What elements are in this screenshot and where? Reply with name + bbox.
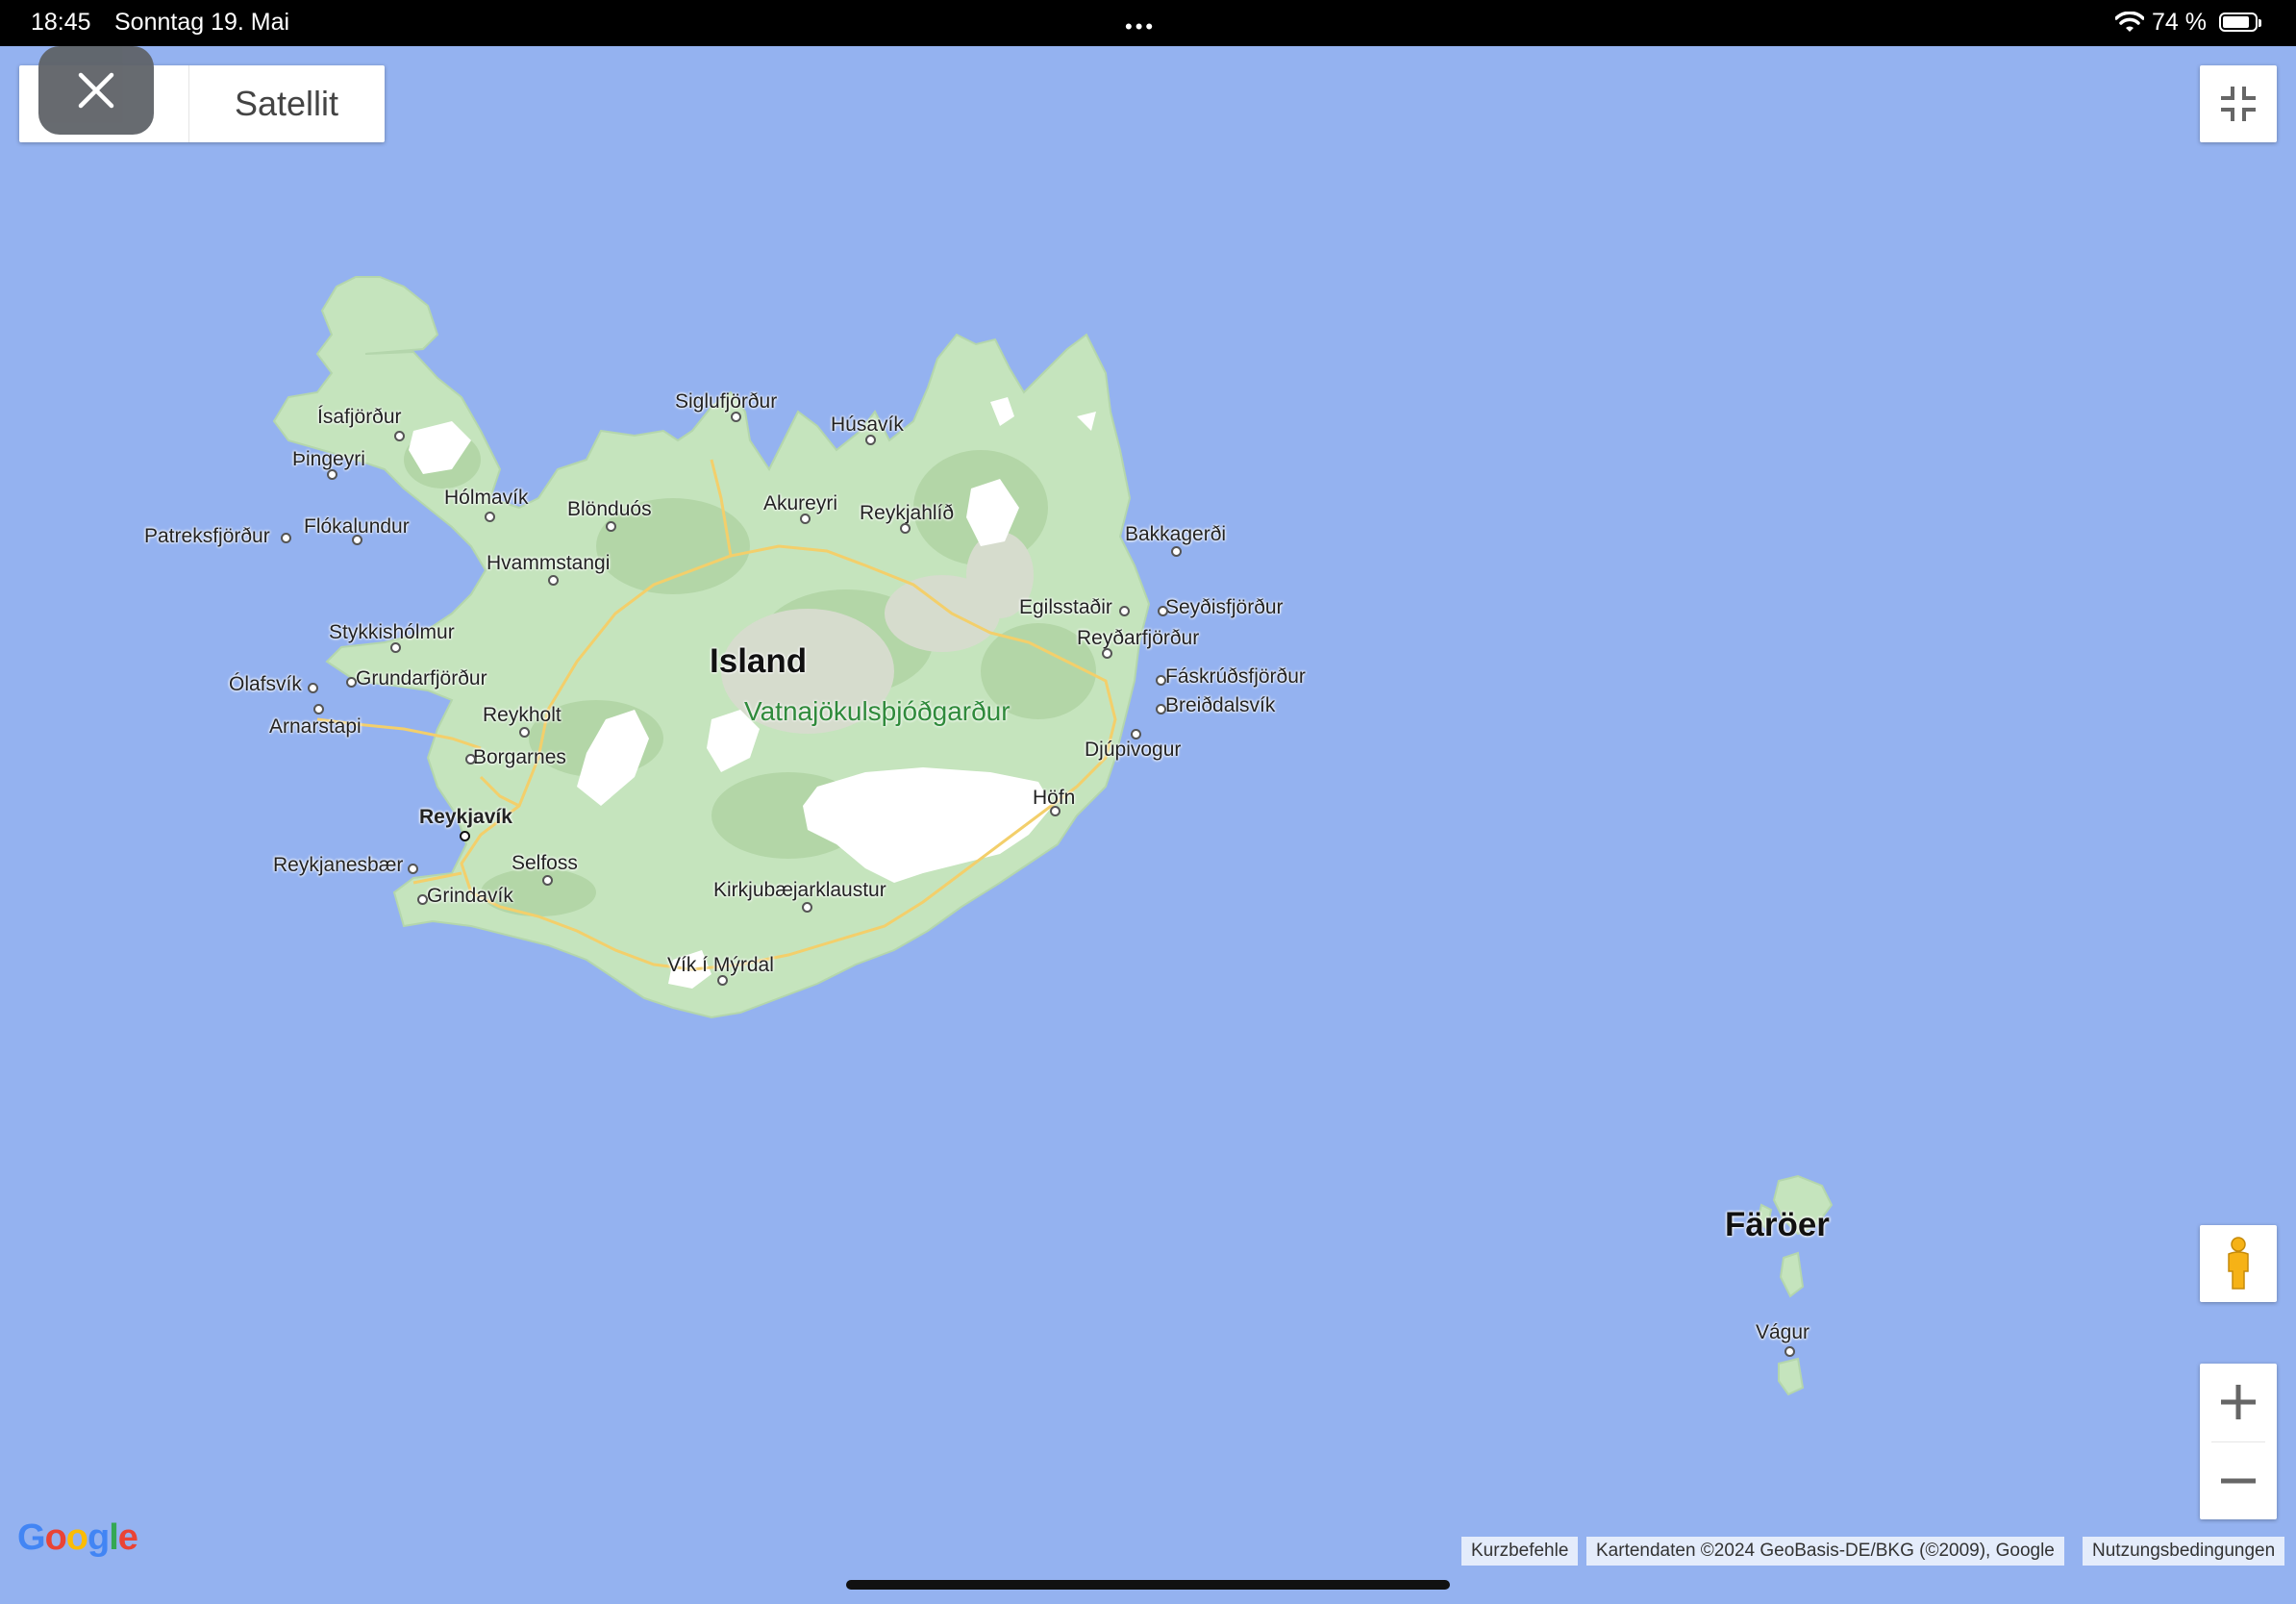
- city-marker[interactable]: [390, 642, 401, 653]
- city-marker[interactable]: [800, 514, 811, 524]
- battery-percent: 74 %: [2152, 9, 2207, 36]
- zoom-control: [2200, 1364, 2277, 1519]
- label-country-faroe: Färöer: [1725, 1206, 1830, 1243]
- city-marker[interactable]: [731, 412, 741, 422]
- city-marker[interactable]: [1102, 648, 1112, 659]
- city-marker[interactable]: [519, 727, 530, 738]
- city-marker[interactable]: [542, 875, 553, 886]
- status-time: 18:45: [31, 9, 91, 36]
- map-canvas[interactable]: Island Vatnajökulsþjóðgarður Färöer Ísaf…: [0, 46, 2296, 1604]
- exit-fullscreen-button[interactable]: [2200, 65, 2277, 142]
- google-logo: Google: [17, 1517, 138, 1558]
- city-marker[interactable]: [717, 975, 728, 986]
- keyboard-shortcuts-link[interactable]: Kurzbefehle: [1461, 1537, 1579, 1566]
- label-city[interactable]: Grindavík: [427, 885, 513, 908]
- city-marker[interactable]: [327, 469, 337, 480]
- label-country-island: Island: [710, 642, 808, 680]
- city-marker[interactable]: [1131, 729, 1141, 739]
- label-city[interactable]: Selfoss: [512, 852, 578, 875]
- label-city[interactable]: Reykjahlíð: [860, 502, 954, 525]
- label-city[interactable]: Húsavík: [831, 414, 904, 437]
- city-marker[interactable]: [802, 902, 812, 913]
- close-button[interactable]: [38, 46, 154, 135]
- city-marker[interactable]: [408, 864, 418, 874]
- city-marker[interactable]: [900, 523, 911, 534]
- city-marker[interactable]: [313, 704, 324, 714]
- city-marker-capital[interactable]: [460, 831, 470, 841]
- label-city[interactable]: Arnarstapi: [269, 715, 362, 739]
- city-marker[interactable]: [281, 533, 291, 543]
- status-bar: 18:45 Sonntag 19. Mai ••• 74 %: [0, 0, 2296, 46]
- label-city[interactable]: Reyðarfjörður: [1077, 627, 1199, 650]
- label-city[interactable]: Seyðisfjörður: [1165, 596, 1284, 619]
- plus-icon: [2221, 1385, 2256, 1419]
- home-indicator[interactable]: [846, 1580, 1450, 1590]
- satellite-button[interactable]: Satellit: [188, 65, 385, 142]
- exit-fullscreen-icon: [2221, 87, 2256, 121]
- city-marker[interactable]: [417, 894, 428, 905]
- label-city[interactable]: Bakkagerði: [1125, 523, 1226, 546]
- label-city[interactable]: Fáskrúðsfjörður: [1165, 665, 1306, 689]
- label-city[interactable]: Reykjanesbær: [273, 854, 403, 877]
- status-date: Sonntag 19. Mai: [114, 9, 290, 36]
- city-marker[interactable]: [346, 677, 357, 688]
- label-city[interactable]: Borgarnes: [473, 746, 566, 769]
- city-marker[interactable]: [352, 535, 362, 545]
- city-marker[interactable]: [1158, 606, 1168, 616]
- city-marker[interactable]: [1156, 675, 1166, 686]
- label-city[interactable]: Reykholt: [483, 704, 562, 727]
- battery-icon: [2219, 13, 2261, 32]
- label-park-vatnajokull[interactable]: Vatnajökulsþjóðgarður: [744, 696, 1011, 727]
- minus-icon: [2221, 1478, 2256, 1484]
- zoom-in-button[interactable]: [2200, 1364, 2277, 1441]
- label-city[interactable]: Vík í Mýrdal: [667, 954, 774, 977]
- city-marker[interactable]: [1156, 704, 1166, 714]
- label-city[interactable]: Breiðdalsvík: [1165, 694, 1275, 717]
- city-marker[interactable]: [548, 575, 559, 586]
- city-marker[interactable]: [394, 431, 405, 441]
- label-city[interactable]: Blönduós: [567, 498, 652, 521]
- city-marker[interactable]: [485, 512, 495, 522]
- city-marker[interactable]: [865, 435, 876, 445]
- pegman-icon: [2228, 1237, 2249, 1290]
- city-marker[interactable]: [1119, 606, 1130, 616]
- city-marker[interactable]: [1784, 1346, 1795, 1357]
- city-marker[interactable]: [308, 683, 318, 693]
- map-data-attribution: Kartendaten ©2024 GeoBasis-DE/BKG (©2009…: [1586, 1537, 2064, 1566]
- city-marker[interactable]: [465, 754, 476, 764]
- label-city[interactable]: Hólmavík: [444, 487, 529, 510]
- zoom-out-button[interactable]: [2200, 1442, 2277, 1519]
- wifi-icon: [2114, 11, 2145, 41]
- map-terrain: [272, 276, 1834, 1396]
- label-city[interactable]: Kirkjubæjarklaustur: [713, 879, 886, 902]
- street-view-button[interactable]: [2200, 1225, 2277, 1302]
- label-city[interactable]: Hvammstangi: [487, 552, 610, 575]
- multitasking-dots[interactable]: •••: [1125, 14, 1156, 39]
- label-city[interactable]: Siglufjörður: [675, 390, 777, 414]
- label-city[interactable]: Egilsstaðir: [1019, 596, 1112, 619]
- city-marker[interactable]: [1171, 546, 1182, 557]
- city-marker[interactable]: [1050, 806, 1061, 816]
- label-city[interactable]: Ísafjörður: [317, 406, 402, 429]
- label-city[interactable]: Patreksfjörður: [144, 525, 270, 548]
- close-icon: [78, 72, 114, 109]
- label-city[interactable]: Ólafsvík: [229, 673, 302, 696]
- label-city[interactable]: Akureyri: [763, 492, 837, 515]
- label-city-capital[interactable]: Reykjavík: [419, 806, 512, 829]
- label-city[interactable]: Vágur: [1756, 1321, 1809, 1344]
- label-city[interactable]: Stykkishólmur: [329, 621, 455, 644]
- label-city[interactable]: Djúpivogur: [1085, 739, 1181, 762]
- label-city[interactable]: Grundarfjörður: [356, 667, 487, 690]
- city-marker[interactable]: [606, 521, 616, 532]
- terms-link[interactable]: Nutzungsbedingungen: [2083, 1537, 2285, 1566]
- label-city[interactable]: Þingeyri: [292, 448, 365, 471]
